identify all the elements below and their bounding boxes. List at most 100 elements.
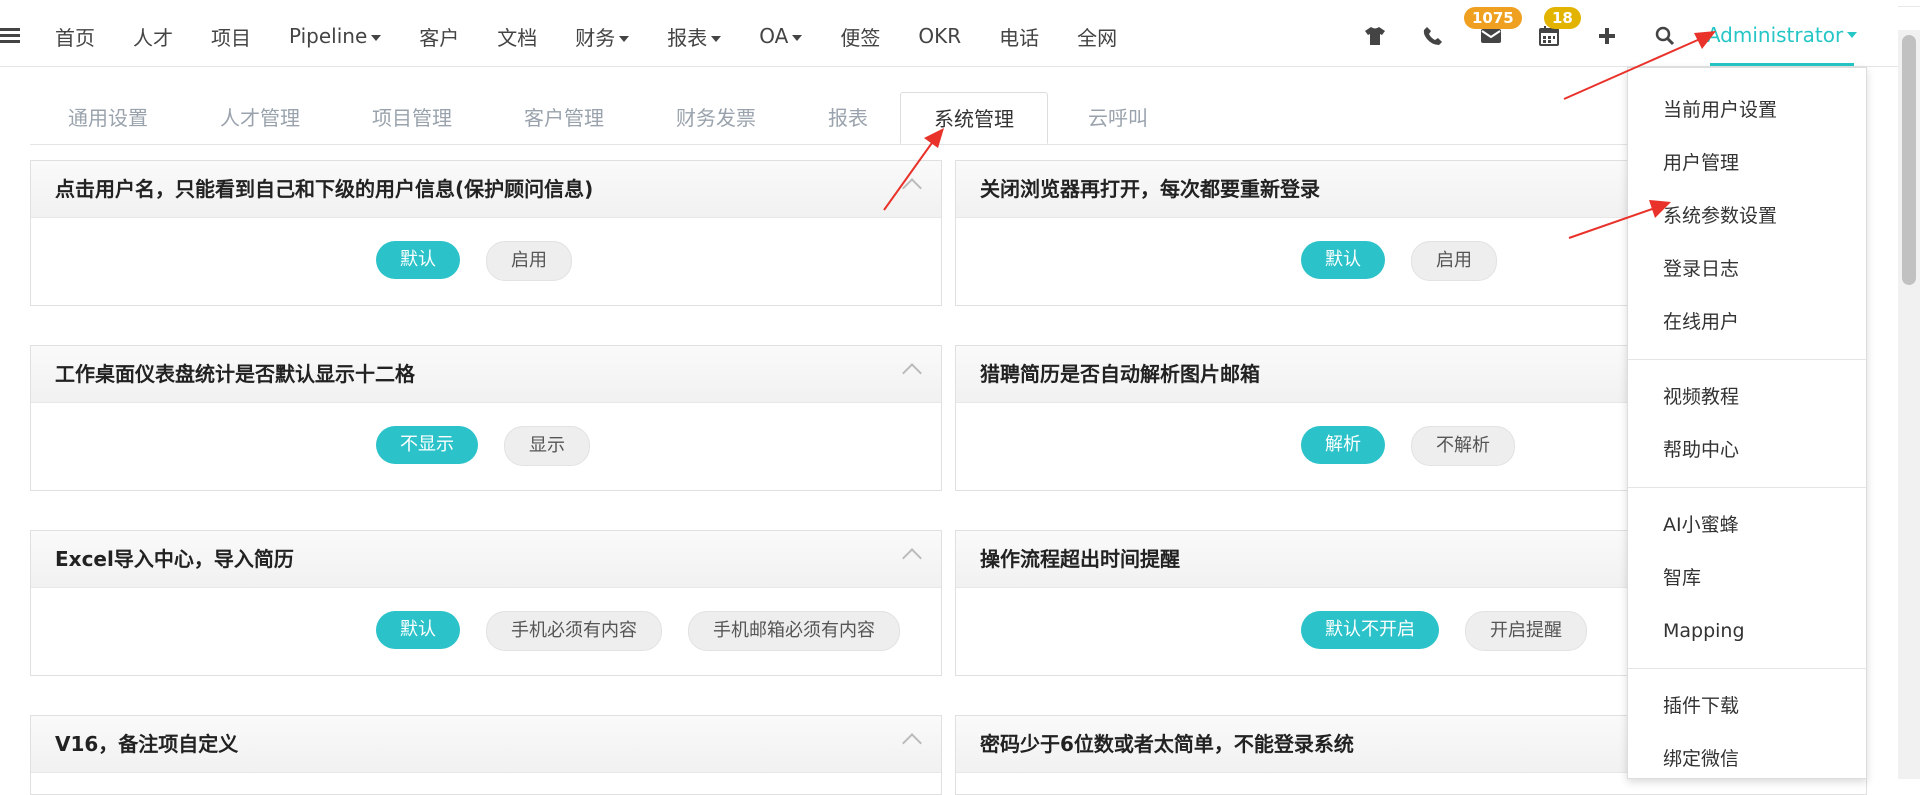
nav-item[interactable]: 文档 (497, 22, 537, 51)
nav-item-label: 首页 (55, 25, 95, 50)
dropdown-menu-item[interactable]: 当前用户设置 (1628, 84, 1866, 137)
tab[interactable]: 项目管理 (372, 92, 452, 144)
setting-card: 点击用户名，只能看到自己和下级的用户信息(保护顾问信息) 默认 启用 (30, 160, 942, 306)
user-menu-toggle[interactable]: Administrator (1706, 6, 1858, 66)
main-nav: 首页 人才 项目 Pipeline 客户 文档 财务 报表 OA 便签 OKR 电话 全网 (55, 6, 1155, 66)
user-name-label: Administrator (1706, 22, 1844, 47)
nav-item-label: Pipeline (289, 24, 368, 48)
nav-item[interactable]: 电话 (999, 22, 1039, 51)
mail-icon[interactable]: 1075 (1464, 7, 1522, 49)
nav-item[interactable]: Pipeline (289, 24, 382, 48)
nav-item[interactable]: 客户 (419, 22, 459, 51)
setting-card-header: Excel导入中心，导入简历 (31, 531, 941, 588)
nav-item[interactable]: 报表 (667, 22, 722, 51)
nav-item-label: OA (759, 24, 789, 48)
page-scrollbar[interactable] (1898, 30, 1920, 779)
plus-icon[interactable] (1594, 23, 1620, 49)
setting-options: 不显示 显示 (376, 426, 616, 466)
setting-card-body: 不显示 显示 (31, 403, 941, 491)
option-button[interactable]: 不解析 (1411, 426, 1515, 466)
tab[interactable]: 报表 (828, 92, 868, 144)
chevron-up-icon[interactable] (902, 178, 922, 198)
setting-title: 工作桌面仪表盘统计是否默认显示十二格 (55, 362, 415, 386)
option-button[interactable]: 手机邮箱必须有内容 (688, 611, 900, 651)
dropdown-menu-item[interactable]: AI小蜜蜂 (1628, 499, 1866, 552)
setting-options: 默认 启用 (1301, 241, 1523, 281)
setting-card-body: 默认 启用 (31, 218, 941, 306)
nav-item-label: 财务 (575, 25, 616, 50)
setting-options: 默认不开启 开启提醒 (1301, 611, 1613, 651)
dropdown-menu-item[interactable]: Mapping (1628, 605, 1866, 658)
nav-item[interactable]: 全网 (1077, 22, 1117, 51)
dropdown-menu-item[interactable]: 视频教程 (1628, 371, 1866, 424)
scrollbar-thumb[interactable] (1902, 35, 1916, 285)
calendar-icon[interactable]: 18 (1536, 7, 1581, 49)
search-icon[interactable] (1652, 23, 1678, 49)
option-button[interactable]: 启用 (486, 241, 572, 281)
chevron-up-icon[interactable] (902, 733, 922, 753)
setting-card-header: V16，备注项自定义 (31, 716, 941, 773)
menu-divider (1628, 487, 1866, 488)
dropdown-menu-item[interactable]: 用户管理 (1628, 137, 1866, 190)
dropdown-menu-item[interactable]: 插件下载 (1628, 680, 1866, 733)
tab[interactable]: 财务发票 (676, 92, 756, 144)
option-selected-button[interactable]: 默认不开启 (1301, 611, 1439, 649)
nav-item-label: 全网 (1077, 25, 1118, 50)
nav-item-label: 项目 (211, 25, 251, 50)
tab[interactable]: 客户管理 (524, 92, 604, 144)
toolbar-icons: 1075 18 Administrator (1330, 6, 1898, 66)
setting-card-header: 点击用户名，只能看到自己和下级的用户信息(保护顾问信息) (31, 161, 941, 218)
menu-divider (1628, 359, 1866, 360)
chevron-down-icon (619, 36, 630, 42)
option-selected-button[interactable]: 默认 (1301, 241, 1385, 279)
tab[interactable]: 云呼叫 (1088, 92, 1148, 144)
chevron-up-icon[interactable] (902, 548, 922, 568)
setting-options: 默认 启用 (376, 241, 598, 281)
chevron-down-icon (371, 34, 382, 41)
option-button[interactable]: 开启提醒 (1465, 611, 1587, 651)
option-button[interactable]: 显示 (504, 426, 590, 466)
calendar-count-badge: 18 (1544, 7, 1581, 29)
setting-options: 解析 不解析 (1301, 426, 1541, 466)
option-selected-button[interactable]: 不显示 (376, 426, 478, 464)
nav-item-label: 报表 (667, 25, 708, 50)
nav-item[interactable]: OA (759, 24, 803, 48)
phone-icon[interactable] (1420, 23, 1446, 49)
option-selected-button[interactable]: 解析 (1301, 426, 1385, 464)
nav-item-label: 文档 (497, 25, 538, 50)
nav-item[interactable]: OKR (918, 24, 961, 48)
settings-tabs: 通用设置 人才管理 项目管理 客户管理 财务发票 报表 系统管理 云呼叫 (30, 92, 1630, 145)
top-navigation-bar: 首页 人才 项目 Pipeline 客户 文档 财务 报表 OA 便签 OKR 电话 全网 1075 1… (0, 6, 1898, 67)
dropdown-menu-item[interactable]: 登录日志 (1628, 243, 1866, 296)
tab[interactable]: 系统管理 (900, 92, 1048, 144)
dropdown-menu-item[interactable]: 绑定微信 (1628, 733, 1866, 786)
option-selected-button[interactable]: 默认 (376, 241, 460, 279)
menu-icon[interactable] (0, 28, 20, 44)
tab[interactable]: 通用设置 (68, 92, 148, 144)
nav-item[interactable]: 项目 (211, 22, 251, 51)
nav-item[interactable]: 财务 (575, 22, 630, 51)
tshirt-icon[interactable] (1362, 23, 1388, 49)
setting-title: 点击用户名，只能看到自己和下级的用户信息(保护顾问信息) (55, 177, 594, 201)
nav-item[interactable]: 首页 (55, 22, 95, 51)
nav-item[interactable]: 便签 (840, 22, 880, 51)
dropdown-menu-item[interactable]: 帮助中心 (1628, 424, 1866, 477)
setting-title: 猎聘简历是否自动解析图片邮箱 (980, 362, 1260, 386)
option-button[interactable]: 启用 (1411, 241, 1497, 281)
dropdown-menu-item[interactable]: 在线用户 (1628, 296, 1866, 349)
setting-title: 关闭浏览器再打开，每次都要重新登录 (980, 177, 1320, 201)
dropdown-menu-item[interactable]: 系统参数设置 (1628, 190, 1866, 243)
chevron-down-icon (1847, 31, 1858, 38)
tab[interactable]: 人才管理 (220, 92, 300, 144)
option-selected-button[interactable]: 默认 (376, 611, 460, 649)
setting-card-header: 工作桌面仪表盘统计是否默认显示十二格 (31, 346, 941, 403)
nav-item[interactable]: 人才 (133, 22, 173, 51)
option-button[interactable]: 手机必须有内容 (486, 611, 662, 651)
dropdown-menu-item[interactable]: 智库 (1628, 552, 1866, 605)
mail-count-badge: 1075 (1464, 7, 1522, 29)
nav-item-label: 客户 (419, 25, 460, 50)
setting-title: V16，备注项自定义 (55, 732, 239, 756)
setting-card-body: 默认 手机必须有内容 手机邮箱必须有内容 (31, 588, 941, 676)
setting-card: Excel导入中心，导入简历 默认 手机必须有内容 手机邮箱必须有内容 (30, 530, 942, 676)
chevron-up-icon[interactable] (902, 363, 922, 383)
